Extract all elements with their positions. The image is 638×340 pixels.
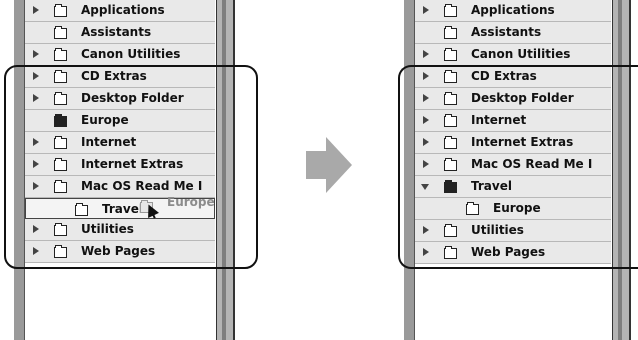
list-item[interactable]: Canon Utilities xyxy=(415,44,611,66)
item-label: Assistants xyxy=(81,25,152,39)
folder-icon xyxy=(444,48,457,61)
finder-list-before: Applications Assistants Canon Utilities … xyxy=(0,0,262,340)
item-label: Canon Utilities xyxy=(471,47,571,61)
disclosure-triangle-icon[interactable] xyxy=(421,0,433,20)
right-arrow-icon xyxy=(306,137,352,193)
finder-list-after: Applications Assistants Canon Utilities … xyxy=(394,0,638,340)
list-item[interactable]: Assistants xyxy=(415,22,611,44)
disclosure-triangle-icon[interactable] xyxy=(31,0,43,20)
list-item[interactable]: Applications xyxy=(25,0,215,22)
item-label: Canon Utilities xyxy=(81,47,181,61)
disclosure-triangle-icon[interactable] xyxy=(31,44,43,64)
item-label: Applications xyxy=(471,3,555,17)
list-item[interactable]: Applications xyxy=(415,0,611,22)
folder-icon xyxy=(54,4,67,17)
item-label: Applications xyxy=(81,3,165,17)
folder-icon xyxy=(54,26,67,39)
disclosure-triangle-icon[interactable] xyxy=(421,44,433,64)
disclosure-triangle-icon xyxy=(31,22,43,42)
folder-icon xyxy=(444,4,457,17)
list-item[interactable]: Assistants xyxy=(25,22,215,44)
folder-icon xyxy=(54,48,67,61)
disclosure-triangle-icon xyxy=(421,22,433,42)
highlight-outline xyxy=(398,65,638,269)
item-label: Assistants xyxy=(471,25,542,39)
folder-icon xyxy=(444,26,457,39)
highlight-outline xyxy=(4,65,258,269)
list-item[interactable]: Canon Utilities xyxy=(25,44,215,66)
